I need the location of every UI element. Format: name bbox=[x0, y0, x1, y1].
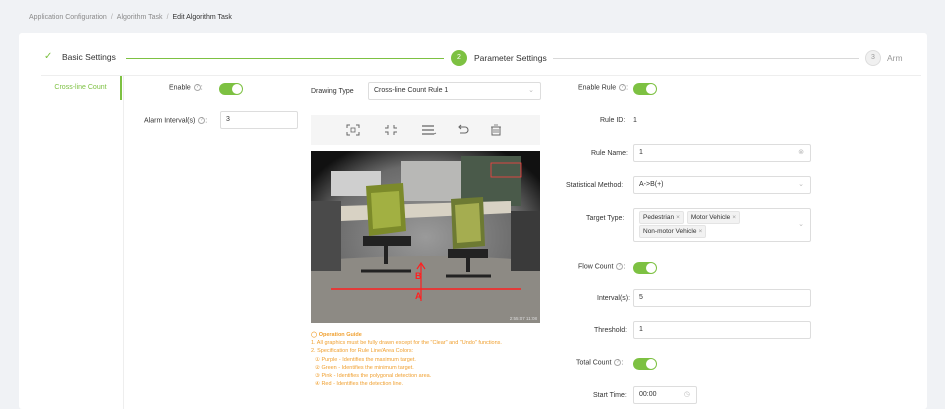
step-indicator: ✓ Basic Settings 2 Parameter Settings 3 … bbox=[19, 33, 927, 75]
threshold-input[interactable]: 1 bbox=[633, 321, 811, 339]
rule-name-label: Rule Name: bbox=[591, 150, 628, 157]
remove-tag-icon[interactable]: × bbox=[676, 214, 680, 221]
breadcrumb-current: Edit Algorithm Task bbox=[172, 14, 232, 21]
stat-method-label: Statistical Method: bbox=[566, 182, 624, 189]
interval-label: Interval(s): bbox=[597, 295, 631, 302]
step-number-badge: 2 bbox=[451, 50, 467, 66]
chevron-down-icon: ⌄ bbox=[528, 87, 534, 94]
enable-toggle[interactable] bbox=[219, 83, 243, 95]
target-tag: Non-motor Vehicle × bbox=[639, 225, 707, 238]
guide-title: ◯ Operation Guide bbox=[311, 332, 362, 338]
alarm-interval-input[interactable]: 3 bbox=[220, 111, 298, 129]
flow-count-toggle[interactable] bbox=[633, 262, 657, 274]
check-icon: ✓ bbox=[44, 51, 53, 62]
enable-label: Enable ?: bbox=[169, 84, 203, 92]
start-time-label: Start Time: bbox=[593, 392, 627, 399]
svg-text:A: A bbox=[415, 291, 422, 301]
target-tag: Pedestrian × bbox=[639, 211, 684, 224]
guide-line: ② Green - Identifies the minimum target. bbox=[315, 364, 414, 371]
drawing-type-select[interactable]: Cross-line Count Rule 1 ⌄ bbox=[368, 82, 541, 100]
guide-line: 2. Specification for Rule Line/Area Colo… bbox=[311, 348, 414, 355]
target-type-label: Target Type: bbox=[586, 215, 625, 222]
chevron-down-icon: ⌄ bbox=[798, 181, 804, 188]
rule-id-label: Rule ID: bbox=[600, 117, 626, 124]
operation-guide: ◯ Operation Guide 1. All graphics must b… bbox=[311, 331, 551, 388]
remove-tag-icon[interactable]: × bbox=[698, 228, 702, 235]
total-count-toggle[interactable] bbox=[633, 358, 657, 370]
threshold-label: Threshold: bbox=[594, 327, 628, 334]
clock-icon: ◷ bbox=[683, 391, 690, 398]
camera-timestamp: 2:55:07 11:08 bbox=[509, 316, 537, 321]
clear-input-icon[interactable]: ⊗ bbox=[798, 145, 804, 161]
guide-line: 1. All graphics must be fully drawn exce… bbox=[311, 340, 502, 347]
sidebar-item-cross-line-count[interactable]: Cross-line Count bbox=[41, 76, 122, 100]
alarm-interval-label: Alarm Interval(s) ?: bbox=[144, 117, 208, 125]
total-count-label: Total Count ?: bbox=[576, 359, 624, 367]
chevron-down-icon: ⌄ bbox=[798, 221, 804, 228]
breadcrumb-item[interactable]: Application Configuration bbox=[29, 14, 107, 21]
main-panel: ✓ Basic Settings 2 Parameter Settings 3 … bbox=[19, 33, 927, 409]
maximize-target-icon[interactable] bbox=[346, 124, 360, 136]
enable-rule-label: Enable Rule ?: bbox=[578, 84, 629, 92]
undo-icon[interactable] bbox=[456, 124, 470, 136]
step-basic-settings[interactable]: Basic Settings bbox=[62, 52, 116, 62]
target-tag: Motor Vehicle × bbox=[686, 211, 741, 224]
rule-name-input[interactable]: 1 ⊗ bbox=[633, 144, 811, 162]
step-arm[interactable]: Arm bbox=[887, 53, 903, 63]
svg-text:B: B bbox=[415, 271, 422, 281]
clear-icon[interactable] bbox=[489, 124, 503, 136]
enable-rule-toggle[interactable] bbox=[633, 83, 657, 95]
step-connector bbox=[126, 58, 444, 59]
guide-line: ④ Red - Identifies the detection line. bbox=[315, 381, 404, 388]
minimize-target-icon[interactable] bbox=[384, 124, 398, 136]
start-time-picker[interactable]: 00:00 ◷ bbox=[633, 386, 697, 404]
breadcrumb-separator: / bbox=[110, 14, 113, 21]
interval-input[interactable]: 5 bbox=[633, 289, 811, 307]
help-icon[interactable]: ? bbox=[193, 84, 201, 91]
camera-preview[interactable]: B A 2:55:07 11:08 bbox=[311, 151, 540, 323]
breadcrumb-item[interactable]: Algorithm Task bbox=[117, 14, 163, 21]
remove-tag-icon[interactable]: × bbox=[732, 214, 736, 221]
rule-id-value: 1 bbox=[633, 117, 637, 124]
flow-count-label: Flow Count ?: bbox=[578, 263, 626, 271]
info-icon: ◯ bbox=[311, 332, 318, 338]
guide-line: ① Purple - Identifies the maximum target… bbox=[315, 356, 416, 363]
menu-lines-icon[interactable] bbox=[421, 124, 437, 136]
divider bbox=[41, 75, 921, 76]
divider bbox=[123, 76, 124, 409]
step-parameter-settings[interactable]: Parameter Settings bbox=[474, 53, 547, 63]
target-type-select[interactable]: Pedestrian × Motor Vehicle ×Non-motor Vehic… bbox=[633, 208, 811, 242]
drawing-toolbar bbox=[311, 115, 540, 145]
breadcrumb-separator: / bbox=[166, 14, 169, 21]
guide-line: ③ Pink - Identifies the polygonal detect… bbox=[315, 373, 432, 380]
step-connector bbox=[553, 58, 859, 59]
step-number-badge: 3 bbox=[865, 50, 881, 66]
drawing-type-label: Drawing Type bbox=[311, 88, 354, 95]
stat-method-select[interactable]: A->B(+) ⌄ bbox=[633, 176, 811, 194]
breadcrumb: Application Configuration / Algorithm Task… bbox=[29, 14, 232, 21]
